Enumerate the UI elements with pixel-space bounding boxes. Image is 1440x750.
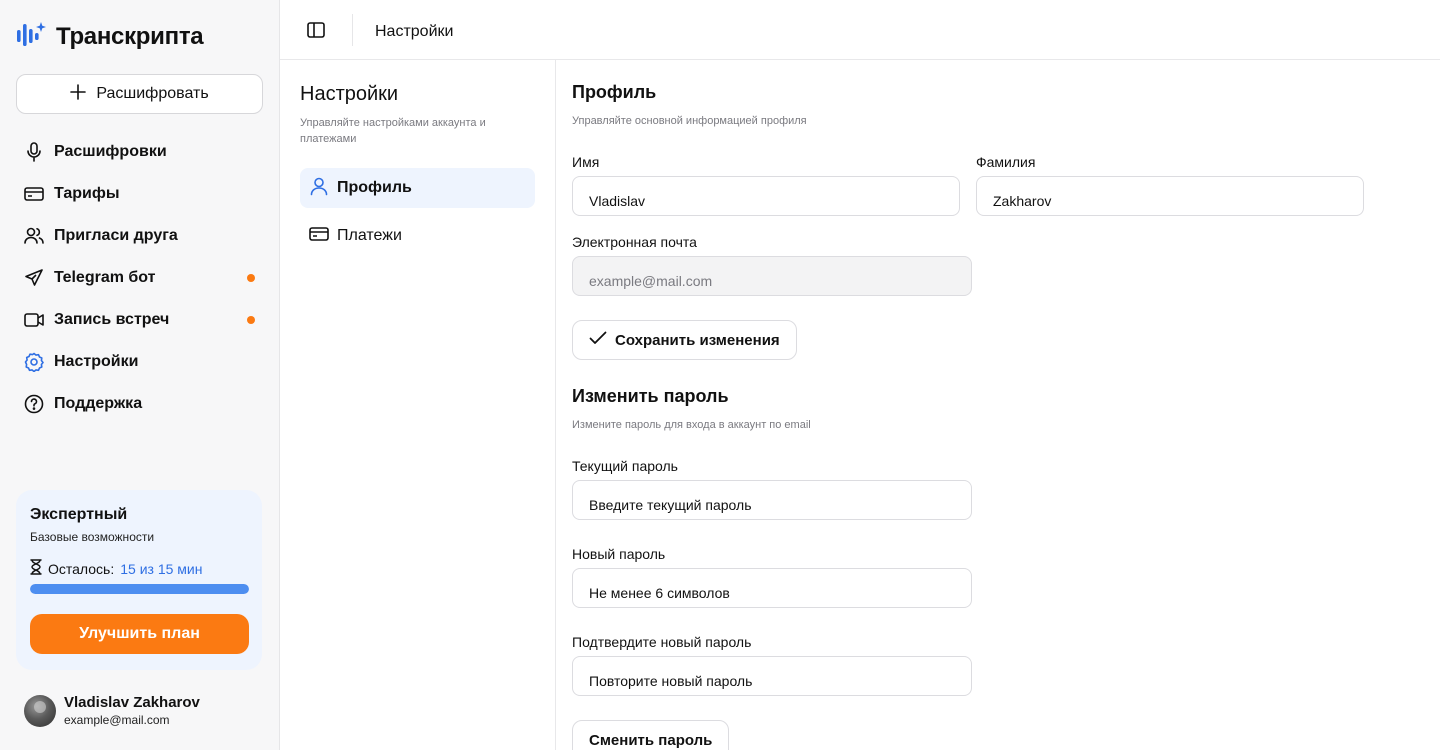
user-icon [309, 176, 329, 201]
soundwave-sparkle-logo-icon [16, 20, 46, 53]
brand[interactable]: Транскрипта [16, 20, 204, 53]
settings-subtitle: Управляйте настройками аккаунта и платеж… [300, 117, 486, 145]
plan-progress-fill [30, 584, 249, 594]
microphone-icon [24, 142, 44, 162]
avatar [24, 694, 56, 727]
plan-subtitle: Базовые возможности [30, 530, 155, 544]
confirm-password-label: Подтвердите новый пароль [572, 634, 752, 650]
sidebar-item-label: Расшифровки [54, 143, 167, 160]
plan-card: Экспертный Базовые возможности Осталось:… [16, 490, 262, 670]
sidebar-item-label: Поддержка [54, 395, 143, 412]
last-name-label: Фамилия [976, 154, 1036, 170]
email-label: Электронная почта [572, 234, 697, 250]
help-circle-icon [24, 394, 44, 414]
sidebar-item-label: Запись встреч [54, 311, 170, 328]
sidebar-item-tariffs[interactable]: Тарифы [0, 173, 280, 215]
settings-tab-profile[interactable]: Профиль [300, 168, 535, 208]
settings-tab-label: Профиль [337, 179, 412, 196]
credit-card-icon [309, 226, 329, 247]
password-section-subtitle: Измените пароль для входа в аккаунт по e… [572, 419, 811, 431]
transcribe-button-label: Расшифровать [96, 85, 209, 102]
user-email: example@mail.com [64, 713, 170, 727]
sidebar-nav: Расшифровки Тарифы Пригласи друга Telegr… [0, 131, 280, 425]
profile-section-subtitle: Управляйте основной информацией профиля [572, 115, 807, 127]
sidebar-item-telegram[interactable]: Telegram бот [0, 257, 280, 299]
check-icon [589, 331, 607, 349]
transcribe-button[interactable]: Расшифровать [16, 74, 263, 114]
plan-title: Экспертный [30, 506, 128, 523]
new-password-label: Новый пароль [572, 546, 666, 562]
divider [352, 14, 353, 46]
sidebar-item-invite[interactable]: Пригласи друга [0, 215, 280, 257]
sidebar-item-label: Настройки [54, 353, 139, 370]
plan-remaining: Осталось: 15 из 15 мин [30, 559, 249, 578]
sidebar-item-transcripts[interactable]: Расшифровки [0, 131, 280, 173]
confirm-password-field[interactable]: Повторите новый пароль [572, 656, 972, 696]
current-password-label: Текущий пароль [572, 458, 678, 474]
profile-section-title: Профиль [572, 82, 657, 102]
new-password-field[interactable]: Не менее 6 символов [572, 568, 972, 608]
save-changes-label: Сохранить изменения [615, 331, 780, 349]
settings-nav: Профиль Платежи [300, 168, 535, 264]
settings-menu: Настройки Управляйте настройками аккаунт… [280, 60, 556, 750]
gear-icon [24, 352, 44, 372]
top-bar: Настройки [280, 0, 1440, 60]
settings-title: Настройки [300, 83, 399, 105]
sidebar-item-label: Тарифы [54, 185, 120, 202]
save-changes-button[interactable]: Сохранить изменения [572, 320, 797, 360]
sidebar: Транскрипта Расшифровать Расшифровки Тар… [0, 0, 280, 750]
hourglass-icon [30, 559, 42, 578]
settings-tab-label: Платежи [337, 227, 402, 244]
credit-card-icon [24, 184, 44, 204]
plus-icon [70, 83, 87, 105]
sidebar-item-label: Telegram бот [54, 269, 156, 286]
users-icon [24, 226, 44, 246]
password-section-title: Изменить пароль [572, 386, 729, 406]
sidebar-item-label: Пригласи друга [54, 227, 178, 244]
brand-name: Транскрипта [56, 22, 204, 50]
video-icon [24, 310, 44, 330]
plan-remaining-value: 15 из 15 мин [120, 560, 203, 577]
notification-dot [247, 274, 255, 282]
first-name-field[interactable]: Vladislav [572, 176, 960, 216]
user-name: Vladislav Zakharov [64, 694, 200, 711]
settings-tab-payments[interactable]: Платежи [300, 216, 535, 256]
email-field: example@mail.com [572, 256, 972, 296]
sidebar-item-settings[interactable]: Настройки [0, 341, 280, 383]
send-icon [24, 268, 44, 288]
page-title: Настройки [375, 23, 454, 40]
upgrade-plan-button[interactable]: Улучшить план [30, 614, 249, 654]
current-password-field[interactable]: Введите текущий пароль [572, 480, 972, 520]
sidebar-toggle-icon[interactable] [306, 20, 326, 40]
user-profile[interactable]: Vladislav Zakharov example@mail.com [24, 694, 200, 727]
plan-remaining-label: Осталось: [48, 560, 115, 577]
plan-progress-bar [30, 584, 249, 594]
change-password-button[interactable]: Сменить пароль [572, 720, 730, 750]
sidebar-item-meetings[interactable]: Запись встреч [0, 299, 280, 341]
sidebar-item-support[interactable]: Поддержка [0, 383, 280, 425]
first-name-label: Имя [572, 154, 600, 170]
notification-dot [247, 316, 255, 324]
last-name-field[interactable]: Zakharov [976, 176, 1364, 216]
